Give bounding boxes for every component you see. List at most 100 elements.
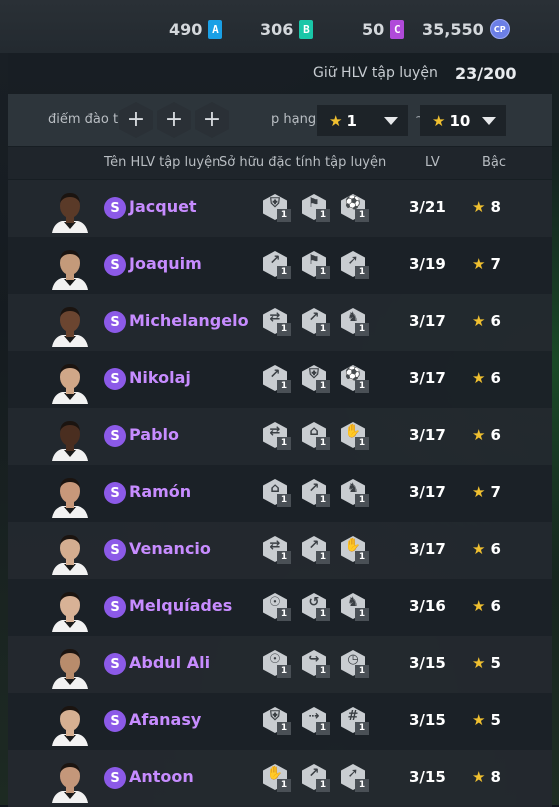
column-lv[interactable]: LV [425,155,440,170]
trait-timer-icon[interactable]: ◷ 1 [341,650,371,680]
coach-row[interactable]: S Nikolaj ↗ 1 ⛨ 1 ⚽ 1 3/17 ★ 6 [8,351,552,408]
trait-shoot-icon[interactable]: ➚ 1 [341,764,371,794]
trait-level: 1 [355,380,369,393]
trait-shoot-icon[interactable]: ➚ 1 [341,251,371,281]
trait-kick-icon[interactable]: ↗ 1 [302,536,332,566]
trait-keeper-icon[interactable]: ✋ 1 [341,422,371,452]
add-slot-2-button[interactable]: + [157,102,191,138]
trait-boot-icon[interactable]: ♞ 1 [341,593,371,623]
coach-row[interactable]: S Joaquim ↗ 1 ⚑ 1 ➚ 1 3/19 ★ 7 [8,237,552,294]
trait-level: 1 [277,437,291,450]
trait-kick-icon[interactable]: ↗ 1 [302,479,332,509]
coach-level: 3/17 [409,369,446,387]
add-slot-3-button[interactable]: + [195,102,229,138]
trait-level: 1 [316,266,330,279]
trait-run-icon[interactable]: ⚑ 1 [302,194,332,224]
currency-a[interactable]: 490 A [169,18,223,40]
coach-row[interactable]: S Ramón ⌂ 1 ↗ 1 ♞ 1 3/17 ★ 7 [8,465,552,522]
currency-b-icon: B [299,19,314,39]
currency-c[interactable]: 50 C [362,18,405,40]
trait-kick-icon[interactable]: ↗ 1 [302,308,332,338]
trait-ball-icon[interactable]: ⚽ 1 [341,365,371,395]
coach-rank: ★ 6 [472,540,501,558]
coach-row[interactable]: S Abdul Ali ☉ 1 ↪ 1 ◷ 1 3/15 ★ 5 [8,636,552,693]
trait-goal-icon[interactable]: ⌂ 1 [302,422,332,452]
add-slot-1-button[interactable]: + [119,102,153,138]
coach-row[interactable]: S Afanasy ⛨ 1 ⇢ 1 #1 3/15 ★ 5 [8,693,552,750]
trait-level: 1 [355,266,369,279]
coach-name: Pablo [129,425,180,444]
trait-net-icon[interactable]: #1 [341,707,371,737]
s-grade-badge: S [104,311,126,333]
coach-rank: ★ 7 [472,255,501,273]
s-grade-badge: S [104,254,126,276]
trait-curve-icon[interactable]: ↪ 1 [302,650,332,680]
trait-kick-icon[interactable]: ↗ 1 [302,764,332,794]
coach-row[interactable]: S Antoon ✋ 1 ↗ 1 ➚ 1 3/15 ★ 8 [8,750,552,807]
rank-min-value: 1 [346,111,357,130]
coach-row[interactable]: S Venancio ⇄ 1 ↗ 1 ✋ 1 3/17 ★ 6 [8,522,552,579]
trait-ball-icon[interactable]: ⚽ 1 [341,194,371,224]
coach-avatar [52,763,88,803]
rank-max-select[interactable]: ★ 10 [420,105,506,136]
star-icon: ★ [472,597,486,615]
coach-rank-value: 8 [490,768,501,786]
trait-spin-icon[interactable]: ↺ 1 [302,593,332,623]
coach-row[interactable]: S Melquíades ☉ 1 ↺ 1 ♞ 1 3/16 ★ 6 [8,579,552,636]
coach-row[interactable]: S Jacquet ⛨ 1 ⚑ 1 ⚽ 1 3/21 ★ 8 [8,180,552,237]
trait-arrows-icon[interactable]: ⇄ 1 [263,536,293,566]
trait-level: 1 [316,608,330,621]
star-icon: ★ [472,426,486,444]
coach-rank: ★ 6 [472,426,501,444]
trait-keeper-icon[interactable]: ✋ 1 [263,764,293,794]
trait-shield-icon[interactable]: ⛨ 1 [263,707,293,737]
coach-rank: ★ 8 [472,198,501,216]
trait-boot-icon[interactable]: ♞ 1 [341,308,371,338]
currency-c-icon: C [390,19,405,39]
trait-level: 1 [355,608,369,621]
coach-name: Nikolaj [129,368,191,387]
coach-rank: ★ 6 [472,312,501,330]
column-rank[interactable]: Bậc [482,155,506,170]
coach-avatar [52,535,88,575]
currency-b[interactable]: 306 B [260,18,314,40]
coach-avatar [52,706,88,746]
trait-arrows-icon[interactable]: ⇄ 1 [263,422,293,452]
coach-level: 3/17 [409,426,446,444]
trait-shield-icon[interactable]: ⛨ 1 [302,365,332,395]
trait-level: 1 [277,494,291,507]
trait-keeper-icon[interactable]: ✋ 1 [341,536,371,566]
s-grade-badge: S [104,596,126,618]
table-header: Tên HLV tập luyện Sở hữu đặc tính tập lu… [8,147,552,179]
trait-boot-icon[interactable]: ♞ 1 [341,479,371,509]
column-traits[interactable]: Sở hữu đặc tính tập luyện [219,155,386,170]
coach-rank-value: 6 [490,540,501,558]
trait-pass-icon[interactable]: ⇢ 1 [302,707,332,737]
trait-level: 1 [355,323,369,336]
trait-kick-icon[interactable]: ↗ 1 [263,251,293,281]
currency-c-value: 50 [362,19,385,39]
trait-head-icon[interactable]: ☉ 1 [263,650,293,680]
rank-min-select[interactable]: ★ 1 [317,105,408,136]
coach-rank: ★ 6 [472,597,501,615]
trait-goal-icon[interactable]: ⌂ 1 [263,479,293,509]
trait-run-icon[interactable]: ⚑ 1 [302,251,332,281]
trait-head-icon[interactable]: ☉ 1 [263,593,293,623]
s-grade-badge: S [104,368,126,390]
coach-level: 3/17 [409,483,446,501]
star-icon: ★ [472,540,486,558]
s-grade-badge: S [104,767,126,789]
trait-shield-icon[interactable]: ⛨ 1 [263,194,293,224]
rank-max-value: 10 [449,111,471,130]
currency-cp[interactable]: 35,550 CP [422,18,510,40]
coach-level: 3/15 [409,711,446,729]
column-name[interactable]: Tên HLV tập luyện [104,155,220,170]
coach-row[interactable]: S Michelangelo ⇄ 1 ↗ 1 ♞ 1 3/17 ★ 6 [8,294,552,351]
trait-arrows-icon[interactable]: ⇄ 1 [263,308,293,338]
currency-a-value: 490 [169,19,203,39]
coach-row[interactable]: S Pablo ⇄ 1 ⌂ 1 ✋ 1 3/17 ★ 6 [8,408,552,465]
s-grade-badge: S [104,482,126,504]
coach-rank-value: 8 [490,198,501,216]
trait-kick-icon[interactable]: ↗ 1 [263,365,293,395]
coach-level: 3/15 [409,654,446,672]
